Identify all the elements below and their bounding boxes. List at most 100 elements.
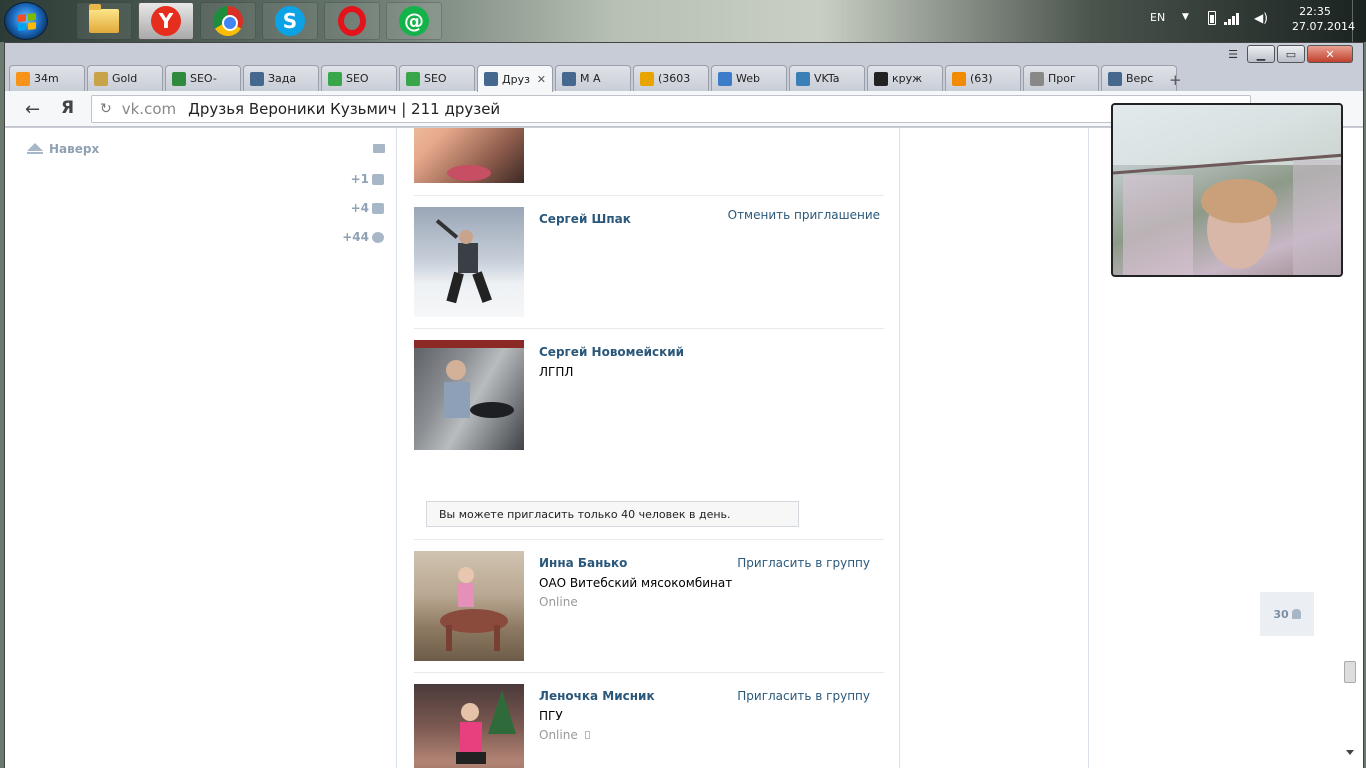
back-button[interactable]: ← [25, 99, 40, 120]
friend-university[interactable]: ПГУ [539, 709, 563, 723]
vk-icon [484, 72, 498, 86]
tab-label: VKTa [814, 72, 840, 85]
globe-icon [718, 71, 732, 86]
friend-row: Инна Банько ОАО Витебский мясокомбинат O… [414, 539, 884, 672]
seo-icon [406, 71, 420, 86]
system-tray: EN ▼ ◀) 22:35 27.07.2014 [1132, 0, 1366, 42]
friends-counter[interactable]: +1 [351, 172, 384, 186]
online-status: Online [539, 728, 590, 742]
maximize-button[interactable]: ▭ [1277, 45, 1305, 63]
settings-counter[interactable]: +44 [342, 230, 384, 244]
person-icon [1291, 609, 1301, 619]
friend-avatar[interactable] [414, 551, 524, 661]
taskbar-skype[interactable]: S [262, 2, 318, 40]
settings-counter-value: +44 [342, 230, 369, 244]
messages-icon[interactable] [373, 144, 385, 153]
language-indicator[interactable]: EN [1150, 11, 1165, 24]
minimize-button[interactable]: ▁ [1247, 45, 1275, 63]
friend-avatar[interactable] [414, 207, 524, 317]
friend-workplace[interactable]: ОАО Витебский мясокомбинат [539, 576, 732, 590]
tab-4[interactable]: Зада [243, 65, 319, 91]
clock[interactable]: 22:35 27.07.2014 [1292, 4, 1355, 34]
opera-icon [338, 6, 366, 36]
taskbar-opera[interactable] [324, 2, 380, 40]
scrollbar-thumb[interactable] [1344, 661, 1356, 683]
tab-13[interactable]: (63) [945, 65, 1021, 91]
browser-menu-button[interactable]: ☰ [1221, 45, 1245, 63]
address-bar[interactable]: ↻ vk.com Друзья Вероники Кузьмич | 211 д… [91, 95, 1251, 123]
tab-label: Друз [502, 72, 530, 86]
new-tab-button[interactable]: + [1169, 71, 1182, 89]
tab-6[interactable]: SEO [399, 65, 475, 91]
gear-icon [372, 231, 384, 243]
tab-2[interactable]: Gold [87, 65, 163, 91]
comment-icon [372, 202, 384, 214]
friend-name[interactable]: Сергей Шпак [539, 212, 631, 226]
friend-row [414, 128, 884, 188]
tray-expand-icon[interactable]: ▼ [1182, 12, 1189, 22]
tab-label: Верс [1126, 72, 1154, 85]
online-status-label: Online [539, 728, 578, 742]
tab-11[interactable]: VKTa [789, 65, 865, 91]
invite-to-group-link[interactable]: Пригласить в группу [737, 689, 870, 703]
windows-taskbar: Y S @ EN ▼ ◀) 22:35 27.07.2014 [0, 0, 1366, 42]
g-icon [94, 71, 108, 86]
yandex-home-button[interactable]: Я [61, 98, 74, 118]
friends-icon [372, 173, 384, 185]
arrow-up-icon [27, 143, 43, 154]
taskbar-chrome[interactable] [200, 2, 256, 40]
tab-3[interactable]: SEO- [165, 65, 241, 91]
friend-university[interactable]: ЛГПЛ [539, 365, 573, 379]
tab-label: SEO- [190, 72, 217, 85]
mail-agent-icon: @ [399, 6, 429, 36]
tab-7[interactable]: Друз ✕ [477, 65, 553, 92]
friends-list: Сергей Шпак Отменить приглашение Сергей … [397, 128, 899, 768]
reload-icon[interactable]: ↻ [100, 101, 112, 117]
to-top-button[interactable]: Наверх [27, 142, 99, 156]
friend-name[interactable]: Леночка Мисник [539, 689, 655, 703]
start-button[interactable] [4, 2, 48, 40]
avatar-photo [440, 567, 508, 651]
tab-10[interactable]: Web [711, 65, 787, 91]
bitcoin-icon [16, 71, 30, 86]
online-friends-counter[interactable]: 30 [1260, 592, 1314, 636]
webcam-image [1113, 105, 1341, 275]
tab-close-icon[interactable]: ✕ [537, 73, 546, 86]
skype-icon: S [275, 6, 305, 36]
tab-15[interactable]: Верс [1101, 65, 1177, 91]
friend-row: Сергей Шпак Отменить приглашение [414, 195, 884, 328]
network-signal-icon[interactable] [1224, 13, 1240, 25]
taskbar-yandex-browser[interactable]: Y [138, 2, 194, 40]
cancel-invitation-link[interactable]: Отменить приглашение [728, 208, 880, 222]
tab-label: SEO [424, 72, 447, 85]
show-desktop-button[interactable] [1352, 0, 1366, 42]
vk-icon [250, 71, 264, 86]
address-host: vk.com [121, 100, 177, 118]
invite-to-group-link[interactable]: Пригласить в группу [737, 556, 870, 570]
webcam-preview[interactable] [1111, 103, 1343, 277]
scroll-down-icon[interactable] [1346, 750, 1354, 755]
tab-label: (63) [970, 72, 993, 85]
volume-icon[interactable]: ◀) [1254, 11, 1268, 25]
clock-time: 22:35 [1299, 5, 1331, 18]
tab-14[interactable]: Прог [1023, 65, 1099, 91]
tab-strip: 34m Gold SEO- Зада SEO SEO Друз ✕ М А (3603 Web VKT… [9, 65, 1209, 92]
taskbar-explorer[interactable] [76, 2, 132, 40]
tab-12[interactable]: круж [867, 65, 943, 91]
tab-label: (3603 [658, 72, 691, 85]
taskbar-mail-agent[interactable]: @ [386, 2, 442, 40]
friend-avatar[interactable] [414, 340, 524, 450]
friend-avatar[interactable] [414, 684, 524, 768]
friend-name[interactable]: Сергей Новомейский [539, 345, 684, 359]
close-button[interactable]: ✕ [1307, 45, 1353, 63]
tab-8[interactable]: М А [555, 65, 631, 91]
tab-9[interactable]: (3603 [633, 65, 709, 91]
friend-name[interactable]: Инна Банько [539, 556, 627, 570]
tab-1[interactable]: 34m [9, 65, 85, 91]
friend-avatar[interactable] [414, 128, 524, 183]
mobile-icon [584, 731, 590, 739]
tab-5[interactable]: SEO [321, 65, 397, 91]
battery-icon[interactable] [1208, 11, 1216, 25]
comments-counter[interactable]: +4 [351, 201, 384, 215]
window-controls: ☰ ▁ ▭ ✕ [1221, 45, 1353, 63]
